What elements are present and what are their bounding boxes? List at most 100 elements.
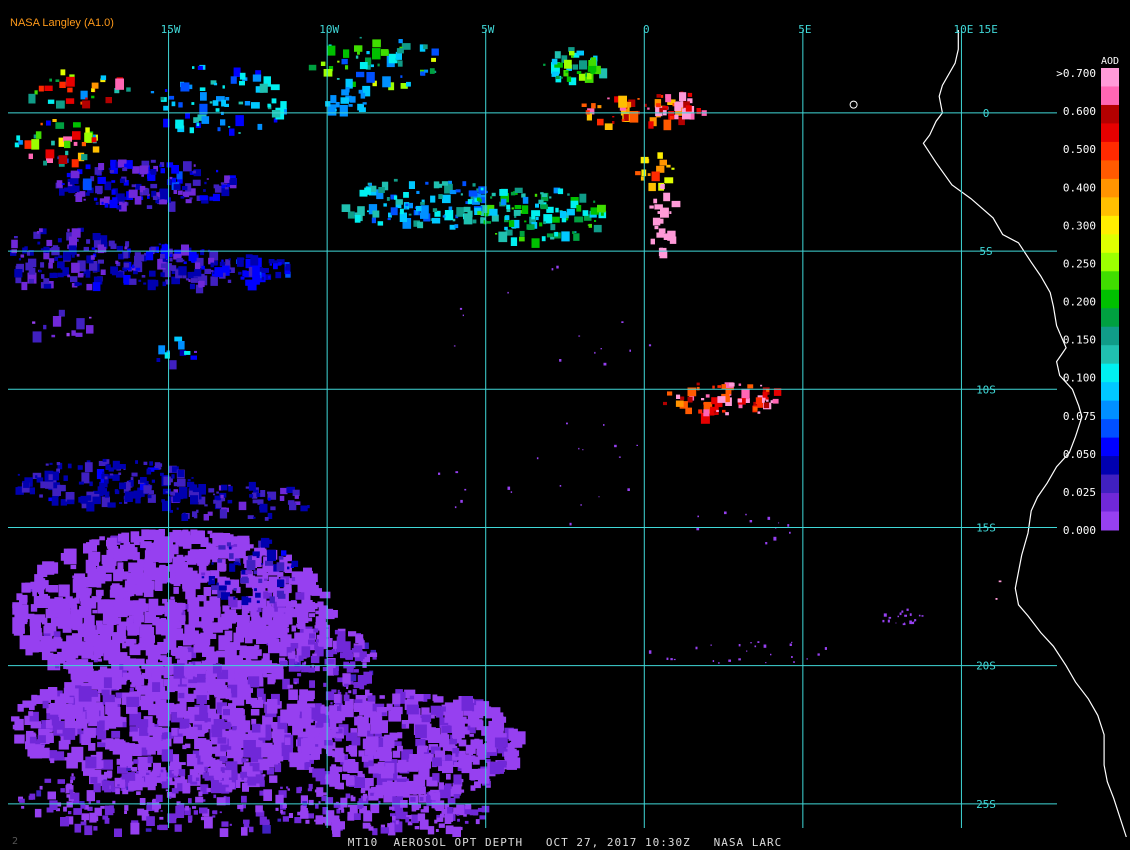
aerosol-pixel bbox=[300, 810, 309, 819]
aerosol-pixel bbox=[273, 611, 283, 620]
legend-swatch bbox=[1101, 68, 1119, 87]
aerosol-pixel bbox=[343, 49, 350, 58]
aerosol-pixel bbox=[95, 185, 103, 194]
aerosol-pixel bbox=[216, 691, 225, 699]
aerosol-pixel bbox=[334, 670, 339, 676]
aerosol-pixel bbox=[621, 119, 625, 122]
aerosol-pixel bbox=[168, 781, 175, 786]
aerosol-pixel bbox=[378, 793, 384, 799]
aerosol-pixel bbox=[200, 249, 205, 256]
aerosol-pixel bbox=[275, 807, 279, 811]
aerosol-pixel bbox=[171, 165, 179, 174]
legend-label: 0.050 bbox=[1063, 448, 1096, 461]
aerosol-pixel bbox=[143, 637, 154, 648]
aerosol-pixel bbox=[118, 533, 127, 542]
aerosol-pixel bbox=[251, 723, 261, 733]
aerosol-pixel bbox=[331, 648, 335, 652]
aerosol-pixel bbox=[593, 200, 596, 203]
aerosol-pixel bbox=[134, 674, 145, 686]
aerosol-pixel bbox=[200, 750, 212, 762]
aerosol-pixel bbox=[431, 57, 436, 62]
aerosol-pixel bbox=[68, 762, 74, 768]
aerosol-pixel bbox=[279, 495, 285, 501]
aerosol-pixel bbox=[15, 277, 22, 284]
aerosol-pixel bbox=[173, 184, 181, 190]
aerosol-pixel bbox=[177, 470, 185, 477]
aerosol-pixel bbox=[151, 672, 161, 679]
aerosol-pixel bbox=[440, 706, 446, 712]
aerosol-pixel bbox=[670, 658, 673, 661]
aerosol-pixel bbox=[140, 541, 152, 549]
aerosol-pixel bbox=[215, 698, 221, 702]
aerosol-pixel bbox=[626, 108, 629, 113]
aerosol-pixel bbox=[199, 87, 206, 91]
aerosol-pixel bbox=[60, 788, 65, 793]
aerosol-pixel bbox=[188, 251, 197, 262]
aerosol-pixel bbox=[150, 91, 155, 94]
aerosol-pixel bbox=[52, 316, 62, 327]
aerosol-pixel bbox=[806, 658, 808, 660]
aerosol-pixel bbox=[21, 582, 31, 593]
aerosol-pixel bbox=[188, 279, 191, 282]
aerosol-pixel bbox=[146, 205, 153, 209]
aerosol-pixel bbox=[696, 382, 700, 386]
aerosol-pixel bbox=[104, 476, 108, 480]
aerosol-pixel bbox=[392, 750, 401, 758]
aerosol-pixel bbox=[152, 195, 158, 200]
aerosol-pixel bbox=[370, 792, 375, 796]
aerosol-pixel bbox=[221, 259, 224, 262]
aerosol-pixel bbox=[72, 633, 83, 645]
aerosol-pixel bbox=[760, 384, 763, 387]
aerosol-pixel bbox=[882, 619, 885, 623]
aerosol-pixel bbox=[112, 680, 121, 687]
aerosol-pixel bbox=[262, 614, 273, 625]
aerosol-pixel bbox=[268, 275, 271, 279]
aerosol-pixel bbox=[485, 728, 496, 742]
aerosol-pixel bbox=[578, 73, 586, 81]
aerosol-pixel bbox=[31, 695, 43, 704]
aerosol-pixel bbox=[70, 276, 78, 283]
aerosol-pixel bbox=[281, 550, 287, 556]
aerosol-pixel bbox=[138, 642, 144, 650]
aerosol-pixel bbox=[772, 398, 779, 404]
aerosol-pixel bbox=[350, 795, 354, 798]
aerosol-pixel bbox=[228, 546, 232, 550]
aerosol-pixel bbox=[128, 782, 137, 791]
aerosol-pixel bbox=[906, 608, 909, 611]
aerosol-pixel bbox=[399, 208, 404, 214]
aerosol-pixel bbox=[254, 644, 260, 650]
aerosol-pixel bbox=[404, 207, 408, 210]
aerosol-pixel bbox=[187, 271, 194, 279]
aerosol-pixel bbox=[221, 822, 225, 827]
aerosol-pixel bbox=[44, 85, 53, 91]
aerosol-pixel bbox=[229, 553, 234, 559]
aerosol-pixel bbox=[571, 55, 574, 58]
aerosol-pixel bbox=[199, 595, 206, 602]
aerosol-pixel bbox=[21, 281, 28, 291]
aerosol-pixel bbox=[448, 206, 453, 211]
aerosol-pixel bbox=[76, 318, 85, 330]
aerosol-pixel bbox=[64, 140, 71, 149]
aerosol-pixel bbox=[397, 60, 403, 67]
aerosol-pixel bbox=[459, 789, 465, 793]
aerosol-pixel bbox=[396, 762, 408, 773]
lon-label: 5E bbox=[798, 23, 811, 36]
aerosol-pixel bbox=[654, 225, 659, 230]
aerosol-pixel bbox=[58, 309, 65, 317]
aerosol-pixel bbox=[178, 341, 185, 350]
aerosol-pixel bbox=[354, 215, 361, 223]
aerosol-pixel bbox=[91, 88, 95, 92]
aerosol-pixel bbox=[738, 644, 741, 647]
aerosol-pixel bbox=[511, 207, 514, 210]
aerosol-pixel bbox=[216, 650, 226, 658]
aerosol-pixel bbox=[17, 611, 28, 623]
aerosol-pixel bbox=[415, 739, 426, 747]
aerosol-pixel bbox=[250, 255, 259, 266]
aerosol-pixel bbox=[19, 798, 25, 803]
aerosol-pixel bbox=[122, 201, 125, 204]
aerosol-pixel bbox=[705, 394, 710, 398]
aerosol-pixel bbox=[358, 726, 366, 733]
aerosol-pixel bbox=[165, 491, 168, 493]
aerosol-pixel bbox=[124, 163, 128, 168]
aerosol-pixel bbox=[60, 69, 66, 76]
